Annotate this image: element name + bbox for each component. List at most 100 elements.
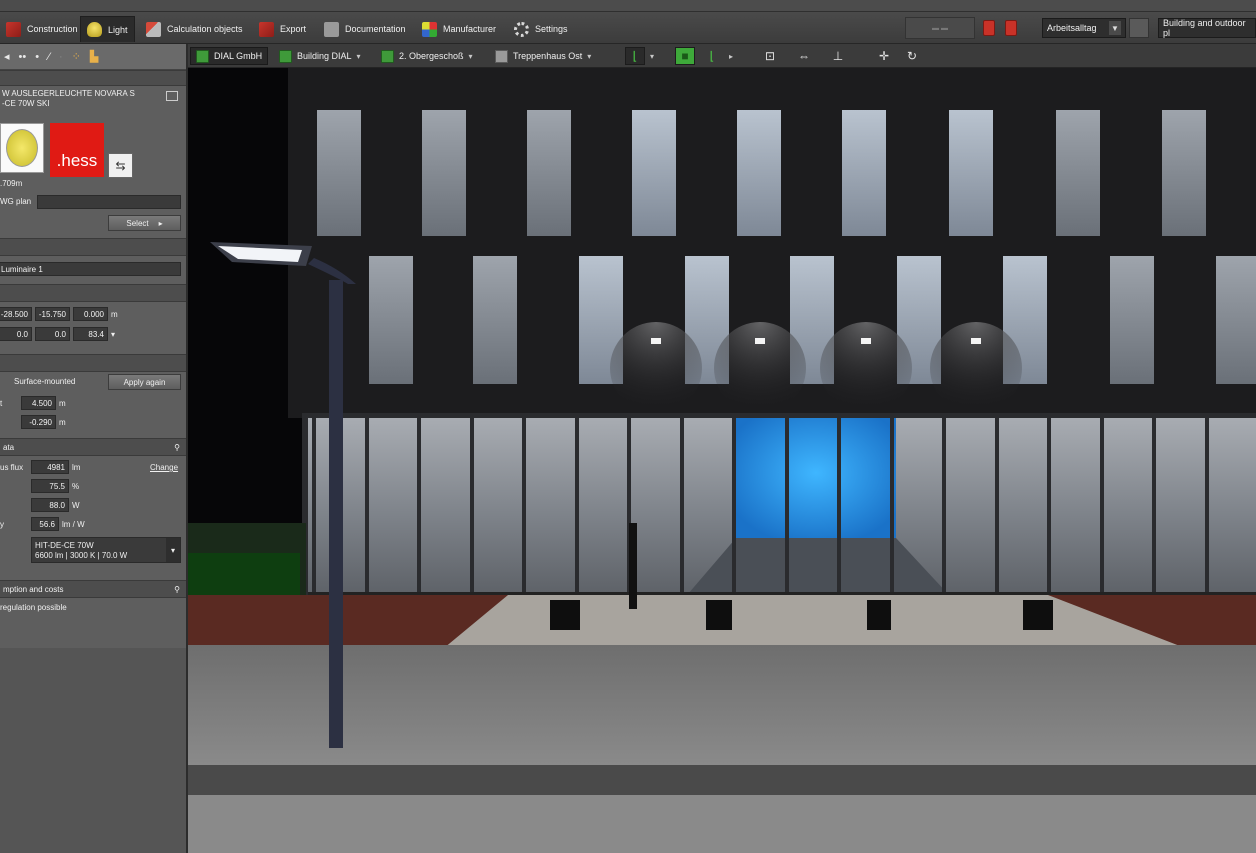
breadcrumb-label: DIAL GmbH (214, 51, 263, 61)
menu-documentation[interactable]: Documentation (318, 16, 412, 42)
change-link[interactable]: Change (150, 463, 178, 473)
menu-manufacturer[interactable]: Manufacturer (416, 16, 502, 42)
grid-arrange-icon[interactable]: ⁘ (72, 50, 81, 63)
chevron-down-icon[interactable]: ▸ (729, 52, 733, 61)
dwg-plan-field[interactable] (37, 195, 181, 209)
view-toolbar: DIAL GmbH Building DIAL ▾ 2. Obergeschoß… (188, 44, 1256, 68)
room-icon (495, 49, 508, 63)
mounting-mode: Surface-mounted (14, 377, 76, 386)
apply-again-button[interactable]: Apply again (108, 374, 181, 390)
scene-select[interactable]: Arbeitsalltag ▼ (1042, 18, 1126, 38)
menu-export[interactable]: Export (253, 16, 312, 42)
mounting-section-header (0, 354, 186, 372)
luminaire-section-header (0, 70, 186, 86)
view-select[interactable]: Building and outdoor pl (1158, 18, 1256, 38)
menu-settings[interactable]: Settings (508, 16, 574, 42)
floorplan-view-button[interactable]: ⌊ (625, 47, 645, 65)
power-unit: W (72, 500, 80, 510)
breadcrumb-dial-gmbh[interactable]: DIAL GmbH (190, 47, 269, 65)
menu-calculation-objects[interactable]: Calculation objects (140, 16, 249, 42)
wall-light (861, 338, 871, 344)
move-icon[interactable]: ✛ (874, 47, 894, 65)
name-section: Luminaire 1 (0, 256, 186, 284)
efficacy-unit: lm / W (62, 519, 85, 529)
chevron-down-icon: ▾ (356, 51, 361, 61)
pos-z-input[interactable]: 0.000 (73, 307, 108, 321)
lamp-select[interactable]: HIT-DE-CE 70W 6600 lm | 3000 K | 70.0 W … (31, 537, 181, 563)
zoom-fit-icon[interactable]: ⊡ (760, 47, 780, 65)
middle-window (473, 256, 517, 384)
wall-light (971, 338, 981, 344)
measure-icon[interactable]: ⇔ (794, 47, 814, 65)
menu-label: Calculation objects (167, 24, 243, 34)
chevron-down-icon[interactable]: ▾ (650, 52, 654, 61)
export-icon (259, 21, 274, 37)
main-menu-bar: Construction Light Calculation objects E… (0, 12, 1256, 44)
upper-window (317, 110, 361, 236)
glass-mullion (365, 418, 369, 595)
object-name-input[interactable]: Luminaire 1 (0, 262, 181, 276)
3d-view-button[interactable]: ⌊ (702, 47, 722, 65)
glass-mullion (312, 418, 316, 595)
data-section: us flux 4981 lm Change 75.5 % 88.0 W y 5… (0, 456, 186, 580)
breadcrumb-building[interactable]: Building DIAL ▾ (274, 47, 366, 65)
rotate-icon[interactable]: ↻ (902, 47, 922, 65)
rot-a-input[interactable]: 0.0 (0, 327, 32, 341)
offset-unit: m (59, 417, 66, 427)
chevron-down-icon[interactable]: ▾ (108, 330, 118, 339)
swap-icon[interactable]: ⇆ (108, 153, 133, 178)
toolbar-right-group: ▬ ▬ (905, 16, 1017, 40)
pos-x-input[interactable]: -28.500 (0, 307, 32, 321)
arrow-icon[interactable]: ◂ (4, 50, 10, 63)
wall-light-glow (820, 322, 912, 414)
glass-mullion (1205, 418, 1209, 595)
rot-c-input[interactable]: 83.4 (73, 327, 108, 341)
construction-icon (6, 21, 21, 37)
glass-mullion (1152, 418, 1156, 595)
middle-window (1216, 256, 1256, 384)
breadcrumb-label: Treppenhaus Ost (513, 51, 583, 61)
line-arrange-icon[interactable]: •• (19, 51, 27, 63)
upper-window (1056, 110, 1100, 236)
3d-viewport[interactable] (188, 68, 1256, 853)
glass-mullion (522, 418, 526, 595)
solid-view-button[interactable]: ■ (675, 47, 695, 65)
glass-mullion (1047, 418, 1051, 595)
select-button-label: Select (126, 218, 149, 228)
catalog-icon[interactable] (166, 91, 178, 101)
lor-unit: % (72, 481, 80, 491)
menu-construction[interactable]: Construction (0, 16, 84, 42)
export-luminaire-icon[interactable]: ▙ (90, 50, 98, 63)
menu-light[interactable]: Light (80, 16, 135, 42)
dwg-plan-label: WG plan (0, 197, 32, 206)
breadcrumb-label: Building DIAL (297, 51, 352, 61)
view-select-value: Building and outdoor pl (1163, 18, 1246, 38)
breadcrumb-floor[interactable]: 2. Obergeschoß ▾ (376, 47, 478, 65)
glass-mullion (470, 418, 474, 595)
pos-y-input[interactable]: -15.750 (35, 307, 70, 321)
stop-icon[interactable] (1005, 20, 1017, 36)
scene-edit-button[interactable] (1129, 18, 1149, 38)
panel-empty-area (0, 648, 186, 853)
mount-height-input[interactable]: 4.500 (21, 396, 56, 410)
chevron-down-icon: ▼ (1109, 21, 1121, 35)
glass-mullion (1100, 418, 1104, 595)
pin-icon[interactable]: ⚲ (174, 585, 180, 594)
glass-mullion (575, 418, 579, 595)
height-icon[interactable]: ⊥ (828, 47, 848, 65)
glass-mullion (837, 418, 841, 595)
record-icon[interactable] (983, 20, 995, 36)
breadcrumb-room[interactable]: Treppenhaus Ost ▾ (490, 47, 596, 65)
pin-icon[interactable]: ⚲ (174, 443, 180, 452)
height-label: t (0, 399, 3, 408)
distance-value: .709m (0, 179, 23, 188)
height-unit: m (59, 398, 66, 408)
point-arrange-icon[interactable]: • (35, 51, 39, 63)
mount-offset-input[interactable]: -0.290 (21, 415, 56, 429)
chevron-down-icon: ▾ (587, 51, 592, 61)
scene-render (188, 68, 1256, 853)
rot-b-input[interactable]: 0.0 (35, 327, 70, 341)
lamp-type: HIT-DE-CE 70W (35, 541, 94, 550)
select-button[interactable]: Select ▸ (108, 215, 181, 231)
wand-icon[interactable]: ⁄ (48, 51, 50, 63)
